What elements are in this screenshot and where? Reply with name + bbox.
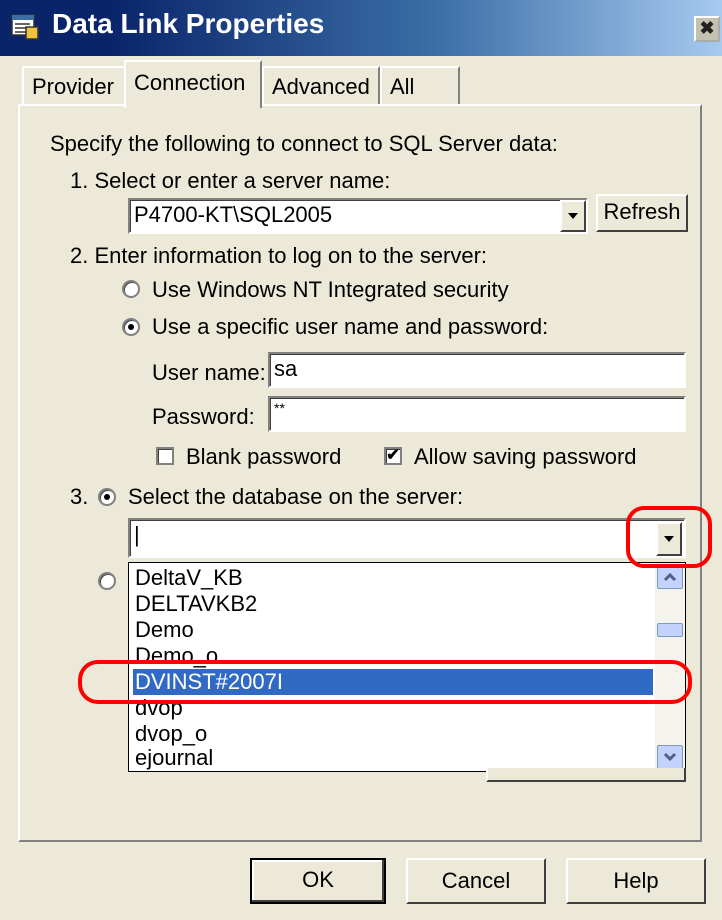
intro-text: Specify the following to connect to SQL … [50, 131, 558, 156]
chevron-down-icon [664, 536, 674, 542]
step2-label: 2. Enter information to log on to the se… [70, 243, 488, 268]
help-button[interactable]: Help [566, 858, 706, 904]
specific-user-radio[interactable] [122, 318, 140, 336]
tab-connection[interactable]: Connection [124, 60, 262, 108]
username-label: User name: [152, 360, 266, 385]
allow-saving-password-checkbox[interactable]: ✔ [384, 447, 402, 465]
tab-advanced[interactable]: Advanced [262, 66, 380, 106]
list-scrollbar[interactable] [655, 563, 685, 771]
data-link-properties-dialog: Data Link Properties ✖ Provider Connecti… [0, 0, 722, 920]
database-option-selected[interactable]: DVINST#2007I [133, 669, 653, 695]
password-value: ** [274, 400, 285, 416]
window-title: Data Link Properties [52, 8, 325, 39]
step1-label: 1. Select or enter a server name: [70, 168, 391, 193]
title-bar[interactable]: Data Link Properties ✖ [0, 0, 722, 56]
tab-all[interactable]: All [380, 66, 460, 106]
chevron-up-icon [663, 572, 677, 582]
checkmark-icon: ✔ [386, 447, 400, 464]
cancel-button[interactable]: Cancel [406, 858, 546, 904]
close-button[interactable]: ✖ [694, 16, 720, 42]
refresh-button-label: Refresh [603, 199, 681, 224]
database-option[interactable]: DELTAVKB2 [133, 591, 653, 617]
tab-connection-label: Connection [134, 70, 246, 95]
allow-saving-password-label: Allow saving password [414, 444, 637, 469]
scroll-thumb[interactable] [657, 623, 683, 637]
database-input-caret: | [134, 522, 140, 547]
chevron-down-icon [568, 213, 578, 219]
radio-selected-dot [128, 324, 134, 330]
test-connection-button-edge[interactable] [486, 768, 686, 782]
scroll-up-button[interactable] [657, 565, 683, 589]
chevron-down-icon [663, 752, 677, 762]
radio-selected-dot [104, 494, 110, 500]
database-option[interactable]: dvop [133, 695, 653, 721]
specific-user-label: Use a specific user name and password: [152, 314, 549, 339]
step3-number: 3. [70, 484, 89, 509]
data-link-app-icon [11, 14, 39, 40]
ok-button[interactable]: OK [250, 858, 386, 904]
scroll-down-button[interactable] [657, 745, 683, 769]
password-input[interactable]: ** [268, 396, 686, 432]
step3-label: Select the database on the server: [128, 484, 464, 509]
password-label: Password: [152, 404, 255, 429]
blank-password-label: Blank password [186, 444, 342, 469]
tab-advanced-label: Advanced [272, 74, 370, 99]
database-input[interactable]: | [128, 518, 686, 558]
database-option[interactable]: dvop_o [133, 721, 653, 747]
database-option[interactable]: Demo [133, 617, 653, 643]
help-button-label: Help [613, 868, 659, 893]
database-dropdown-button[interactable] [656, 522, 682, 556]
attach-file-radio[interactable] [98, 572, 116, 590]
tab-all-label: All [390, 74, 415, 99]
server-dropdown-button[interactable] [560, 200, 586, 232]
username-value: sa [274, 356, 298, 381]
nt-security-label: Use Windows NT Integrated security [152, 277, 509, 302]
tab-provider-label: Provider [32, 74, 114, 99]
blank-password-checkbox[interactable] [156, 447, 174, 465]
refresh-button[interactable]: Refresh [596, 194, 688, 232]
database-dropdown-list[interactable]: DeltaV_KB DELTAVKB2 Demo Demo_o DVINST#2… [128, 562, 686, 772]
database-option[interactable]: Demo_o [133, 643, 653, 669]
cancel-button-label: Cancel [441, 868, 511, 893]
server-name-value: P4700-KT\SQL2005 [134, 202, 333, 227]
close-icon: ✖ [699, 18, 715, 38]
tab-provider[interactable]: Provider [22, 66, 126, 106]
database-option[interactable]: DeltaV_KB [133, 565, 653, 591]
nt-security-radio[interactable] [122, 280, 140, 298]
server-name-input[interactable]: P4700-KT\SQL2005 [128, 198, 588, 234]
select-database-radio[interactable] [98, 488, 116, 506]
username-input[interactable]: sa [268, 352, 686, 388]
ok-button-label: OK [302, 867, 334, 892]
